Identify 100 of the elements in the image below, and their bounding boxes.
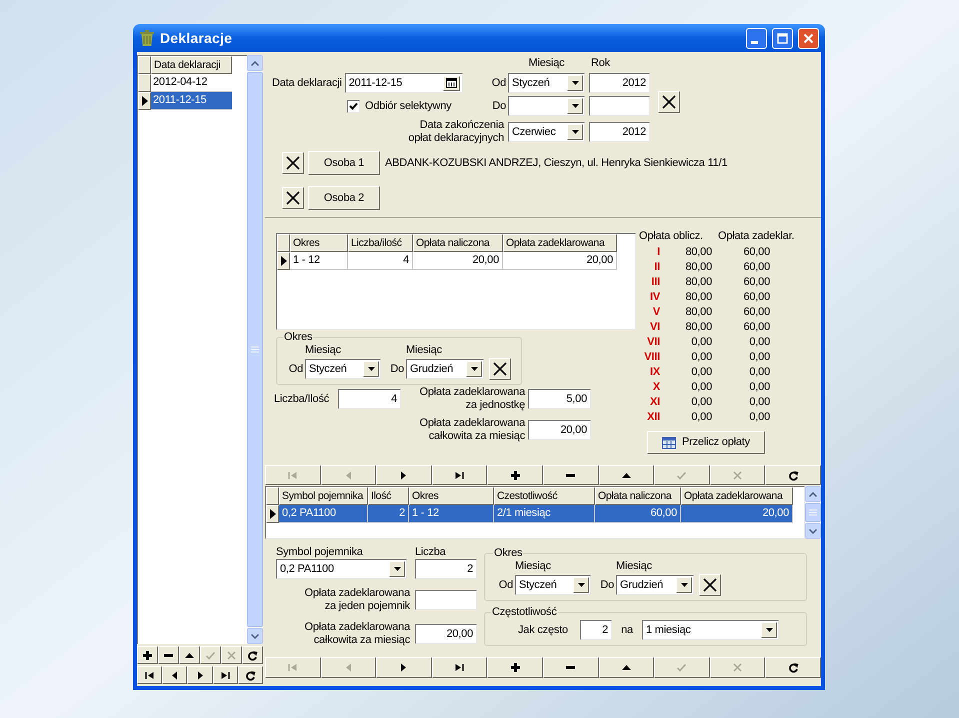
row-pointer-icon bbox=[270, 509, 276, 519]
recalculate-button[interactable]: Przelicz opłaty bbox=[647, 431, 765, 454]
column-header[interactable]: Okres bbox=[290, 234, 348, 252]
month-label: III bbox=[650, 275, 660, 290]
dropdown[interactable]: Grudzień bbox=[406, 359, 484, 379]
close-button[interactable] bbox=[798, 28, 819, 48]
dropdown[interactable]: Styczeń bbox=[305, 359, 381, 379]
toolbar-button[interactable] bbox=[542, 465, 599, 485]
field-label: na bbox=[620, 622, 634, 638]
toolbar-button[interactable] bbox=[765, 657, 821, 678]
text-field[interactable] bbox=[589, 96, 650, 116]
caret-icon bbox=[389, 561, 405, 577]
minimize-button[interactable] bbox=[746, 28, 767, 48]
toolbar-button[interactable] bbox=[765, 465, 821, 485]
toolbar-button[interactable] bbox=[542, 657, 599, 678]
dropdown[interactable]: Styczeń bbox=[508, 73, 585, 93]
toolbar-button[interactable] bbox=[238, 666, 264, 684]
skip-to-start-icon bbox=[287, 470, 298, 480]
person-button[interactable]: Osoba 1 bbox=[308, 151, 380, 175]
column-header[interactable]: Ilość bbox=[368, 487, 409, 505]
date-field[interactable]: 2011-12-15 bbox=[344, 73, 463, 93]
dropdown[interactable] bbox=[508, 96, 585, 116]
chevron-up-icon bbox=[809, 492, 817, 496]
field-label: Do bbox=[491, 98, 507, 114]
list-item[interactable]: 2011-12-15 bbox=[151, 92, 232, 110]
amount: 0,00 bbox=[748, 395, 770, 410]
dropdown[interactable]: Grudzień bbox=[616, 575, 694, 595]
checkbox[interactable] bbox=[347, 100, 360, 112]
vertical-scrollbar[interactable] bbox=[247, 55, 263, 644]
column-header[interactable]: Opłata zadeklarowana bbox=[503, 234, 617, 252]
clear-button[interactable] bbox=[699, 574, 721, 596]
month-label: VIII bbox=[643, 350, 660, 365]
amount: 0,00 bbox=[748, 350, 770, 365]
toolbar-button[interactable] bbox=[212, 666, 238, 684]
table-cell: 4 bbox=[348, 252, 413, 270]
clear-button[interactable] bbox=[489, 358, 511, 380]
dropdown[interactable]: 0,2 PA1100 bbox=[276, 559, 407, 579]
column-header[interactable]: Czestotliwość bbox=[494, 487, 595, 505]
x-icon bbox=[286, 191, 300, 205]
row-pointer-icon bbox=[280, 256, 286, 266]
toolbar-button[interactable] bbox=[158, 646, 179, 664]
list-item[interactable]: 2012-04-12 bbox=[151, 74, 232, 92]
maximize-button[interactable] bbox=[772, 28, 793, 48]
toolbar-button[interactable] bbox=[242, 646, 263, 664]
text-field[interactable]: 2012 bbox=[589, 122, 650, 142]
text-field[interactable]: 20,00 bbox=[528, 420, 591, 440]
field-label: Liczba/Ilość bbox=[274, 392, 330, 407]
month-label: XI bbox=[649, 395, 660, 410]
field-label: Opłata zadeklarowana całkowita za miesiąc bbox=[304, 621, 410, 647]
toolbar-button[interactable] bbox=[432, 657, 488, 678]
amount: 80,00 bbox=[684, 290, 712, 305]
text-field[interactable] bbox=[415, 590, 477, 610]
caret-icon bbox=[567, 75, 583, 91]
text-field[interactable]: 4 bbox=[338, 389, 401, 409]
toolbar-button[interactable] bbox=[487, 657, 543, 678]
toolbar-button[interactable] bbox=[432, 465, 488, 485]
field-label: Do bbox=[389, 362, 404, 377]
text-field[interactable]: 5,00 bbox=[528, 389, 591, 409]
dropdown[interactable]: Styczeń bbox=[515, 575, 591, 595]
toolbar-button[interactable] bbox=[179, 646, 200, 664]
dropdown[interactable]: 1 miesiąc bbox=[642, 620, 779, 640]
calendar-button[interactable] bbox=[442, 76, 460, 90]
amount: 80,00 bbox=[684, 245, 712, 260]
column-header[interactable]: Opłata zadeklarowana bbox=[681, 487, 793, 505]
chevron-down-icon bbox=[251, 634, 259, 638]
text-field[interactable]: 2 bbox=[580, 620, 612, 640]
table-cell: 2 bbox=[368, 505, 409, 523]
column-header[interactable]: Opłata naliczona bbox=[413, 234, 503, 252]
column-header[interactable]: Symbol pojemnika bbox=[279, 487, 368, 505]
toolbar-button[interactable] bbox=[187, 666, 213, 684]
clear-button[interactable] bbox=[282, 187, 304, 209]
toolbar-button[interactable] bbox=[137, 646, 158, 664]
field-label: Data deklaracji bbox=[272, 76, 342, 91]
column-header[interactable]: Okres bbox=[409, 487, 494, 505]
column-header[interactable]: Liczba/ilość bbox=[348, 234, 413, 252]
month-label: II bbox=[653, 260, 660, 275]
text-field[interactable]: 20,00 bbox=[415, 624, 477, 644]
group-title: Okres bbox=[493, 547, 524, 559]
table-icon bbox=[662, 436, 676, 448]
column-label: Rok bbox=[590, 56, 611, 70]
toolbar-button[interactable] bbox=[137, 666, 162, 684]
close-icon bbox=[803, 32, 814, 44]
person-button[interactable]: Osoba 2 bbox=[308, 186, 380, 210]
column-header[interactable]: Opłata naliczona bbox=[595, 487, 681, 505]
trash-bin-icon bbox=[139, 29, 155, 47]
x-icon bbox=[732, 662, 744, 673]
vertical-scrollbar[interactable] bbox=[805, 486, 821, 539]
text-field[interactable]: 2012 bbox=[589, 73, 650, 93]
toolbar-button[interactable] bbox=[487, 465, 543, 485]
dropdown[interactable]: Czerwiec bbox=[508, 122, 585, 142]
toolbar-button[interactable] bbox=[162, 666, 188, 684]
clear-button[interactable] bbox=[282, 152, 304, 174]
field-label: Data zakończenia opłat deklaracyjnych bbox=[408, 119, 504, 145]
refresh-icon bbox=[788, 662, 799, 673]
clear-button[interactable] bbox=[658, 91, 680, 113]
column-header[interactable]: Data deklaracji bbox=[151, 56, 232, 74]
caret-icon bbox=[363, 361, 379, 377]
caret-icon bbox=[567, 98, 583, 114]
text-field[interactable]: 2 bbox=[415, 559, 477, 579]
amount: 60,00 bbox=[742, 305, 770, 320]
